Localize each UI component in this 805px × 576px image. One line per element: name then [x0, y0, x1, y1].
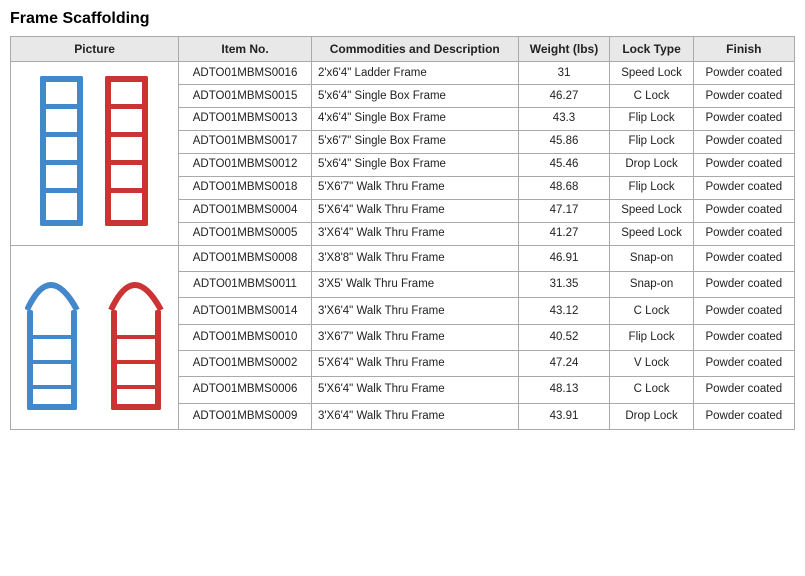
description: 5'X6'7" Walk Thru Frame: [311, 176, 518, 199]
finish: Powder coated: [693, 153, 794, 176]
description: 3'X6'4" Walk Thru Frame: [311, 298, 518, 324]
description: 5'x6'4" Single Box Frame: [311, 153, 518, 176]
item-no: ADTO01MBMS0017: [179, 130, 312, 153]
table-row: ADTO01MBMS00162'x6'4" Ladder Frame31Spee…: [11, 62, 795, 85]
description: 5'X6'4" Walk Thru Frame: [311, 199, 518, 222]
description: 3'X6'7" Walk Thru Frame: [311, 324, 518, 350]
finish: Powder coated: [693, 377, 794, 403]
finish: Powder coated: [693, 130, 794, 153]
col-weight: Weight (lbs): [518, 37, 610, 62]
item-no: ADTO01MBMS0010: [179, 324, 312, 350]
description: 3'X5' Walk Thru Frame: [311, 272, 518, 298]
finish: Powder coated: [693, 107, 794, 130]
col-lock: Lock Type: [610, 37, 693, 62]
weight: 31.35: [518, 272, 610, 298]
item-no: ADTO01MBMS0016: [179, 62, 312, 85]
lock-type: Flip Lock: [610, 176, 693, 199]
weight: 40.52: [518, 324, 610, 350]
item-no: ADTO01MBMS0002: [179, 351, 312, 377]
lock-type: Flip Lock: [610, 130, 693, 153]
item-no: ADTO01MBMS0009: [179, 403, 312, 429]
lock-type: Drop Lock: [610, 153, 693, 176]
weight: 41.27: [518, 222, 610, 245]
description: 5'x6'7" Single Box Frame: [311, 130, 518, 153]
weight: 31: [518, 62, 610, 85]
lock-type: C Lock: [610, 84, 693, 107]
finish: Powder coated: [693, 403, 794, 429]
weight: 47.24: [518, 351, 610, 377]
finish: Powder coated: [693, 222, 794, 245]
lock-type: Snap-on: [610, 245, 693, 271]
description: 3'X6'4" Walk Thru Frame: [311, 222, 518, 245]
weight: 45.86: [518, 130, 610, 153]
finish: Powder coated: [693, 199, 794, 222]
finish: Powder coated: [693, 62, 794, 85]
item-no: ADTO01MBMS0005: [179, 222, 312, 245]
item-no: ADTO01MBMS0012: [179, 153, 312, 176]
weight: 47.17: [518, 199, 610, 222]
description: 2'x6'4" Ladder Frame: [311, 62, 518, 85]
lock-type: C Lock: [610, 377, 693, 403]
lock-type: Speed Lock: [610, 222, 693, 245]
finish: Powder coated: [693, 84, 794, 107]
lock-type: C Lock: [610, 298, 693, 324]
description: 3'X8'8" Walk Thru Frame: [311, 245, 518, 271]
lock-type: Speed Lock: [610, 62, 693, 85]
finish: Powder coated: [693, 272, 794, 298]
col-picture: Picture: [11, 37, 179, 62]
item-no: ADTO01MBMS0006: [179, 377, 312, 403]
description: 4'x6'4" Single Box Frame: [311, 107, 518, 130]
col-finish: Finish: [693, 37, 794, 62]
weight: 43.12: [518, 298, 610, 324]
finish: Powder coated: [693, 298, 794, 324]
col-item-no: Item No.: [179, 37, 312, 62]
finish: Powder coated: [693, 245, 794, 271]
description: 5'X6'4" Walk Thru Frame: [311, 351, 518, 377]
lock-type: V Lock: [610, 351, 693, 377]
finish: Powder coated: [693, 176, 794, 199]
weight: 48.68: [518, 176, 610, 199]
lock-type: Flip Lock: [610, 324, 693, 350]
weight: 45.46: [518, 153, 610, 176]
lock-type: Flip Lock: [610, 107, 693, 130]
item-no: ADTO01MBMS0013: [179, 107, 312, 130]
description: 5'X6'4" Walk Thru Frame: [311, 377, 518, 403]
picture-cell: [11, 62, 179, 246]
page-title: Frame Scaffolding: [10, 10, 795, 28]
finish: Powder coated: [693, 351, 794, 377]
weight: 43.3: [518, 107, 610, 130]
finish: Powder coated: [693, 324, 794, 350]
weight: 43.91: [518, 403, 610, 429]
lock-type: Drop Lock: [610, 403, 693, 429]
weight: 48.13: [518, 377, 610, 403]
item-no: ADTO01MBMS0004: [179, 199, 312, 222]
item-no: ADTO01MBMS0014: [179, 298, 312, 324]
description: 3'X6'4" Walk Thru Frame: [311, 403, 518, 429]
table-row: ADTO01MBMS00083'X8'8" Walk Thru Frame46.…: [11, 245, 795, 271]
description: 5'x6'4" Single Box Frame: [311, 84, 518, 107]
weight: 46.91: [518, 245, 610, 271]
item-no: ADTO01MBMS0008: [179, 245, 312, 271]
item-no: ADTO01MBMS0015: [179, 84, 312, 107]
picture-cell: [11, 245, 179, 429]
item-no: ADTO01MBMS0011: [179, 272, 312, 298]
col-desc: Commodities and Description: [311, 37, 518, 62]
item-no: ADTO01MBMS0018: [179, 176, 312, 199]
lock-type: Speed Lock: [610, 199, 693, 222]
weight: 46.27: [518, 84, 610, 107]
lock-type: Snap-on: [610, 272, 693, 298]
products-table: Picture Item No. Commodities and Descrip…: [10, 36, 795, 430]
